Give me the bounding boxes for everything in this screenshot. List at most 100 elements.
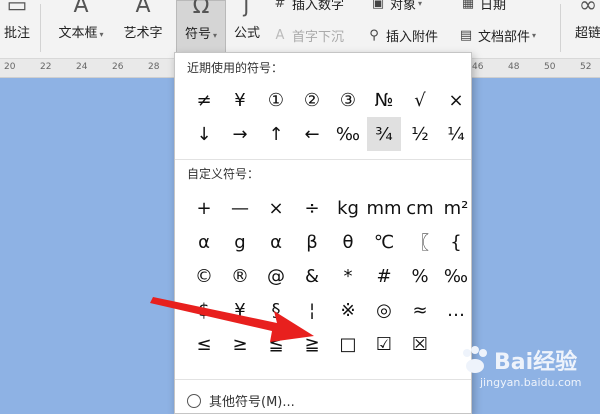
recent-symbol-cell[interactable]: ↑ <box>259 117 293 151</box>
dropcap-icon: A <box>275 28 285 43</box>
link-icon: ∞ <box>578 0 598 18</box>
custom-symbol-cell[interactable]: × <box>259 191 293 225</box>
chevron-down-icon: ▾ <box>213 31 218 40</box>
attachment-label: 插入附件 <box>386 30 439 45</box>
paw-icon <box>463 346 487 373</box>
ruler-tick-label: 48 <box>508 62 520 72</box>
symbol-dropdown: 近期使用的符号： ≠ ¥ ① ② ③ № √ × ↓ → ↑ ← ‰ ¾ ½ ¼ 自定义符号： + — × ÷ kg m… <box>174 52 472 414</box>
custom-symbol-cell[interactable]: { <box>439 225 473 259</box>
hyperlink-button[interactable]: ∞ 超链 <box>568 0 600 56</box>
custom-symbol-cell[interactable]: ¦ <box>295 293 329 327</box>
wordart-button[interactable]: A 艺术字 <box>118 0 168 56</box>
divider <box>40 4 41 52</box>
recent-symbol-cell[interactable]: ≠ <box>187 83 221 117</box>
baidu-watermark: Bai经验 jingyan.baidu.com <box>458 340 598 398</box>
custom-symbol-cell[interactable]: ≦ <box>259 327 293 361</box>
recent-symbol-cell[interactable]: ¥ <box>223 83 257 117</box>
date-button[interactable]: ▦ 日期 <box>460 0 506 13</box>
custom-symbol-cell[interactable]: kg <box>331 191 365 225</box>
custom-symbol-cell[interactable]: 〖 <box>403 225 437 259</box>
custom-symbol-cell[interactable]: ☒ <box>403 327 437 361</box>
formula-icon: ʃ <box>243 0 251 18</box>
formula-label: 公式 <box>233 26 260 41</box>
custom-symbol-cell[interactable]: + <box>187 191 221 225</box>
custom-symbol-cell[interactable]: ◎ <box>367 293 401 327</box>
date-label: 日期 <box>480 0 507 13</box>
custom-symbol-cell[interactable]: … <box>439 293 473 327</box>
wordart-icon: A <box>135 0 151 18</box>
custom-symbol-cell[interactable]: § <box>259 293 293 327</box>
recent-symbol-cell[interactable]: √ <box>403 83 437 117</box>
insert-number-button[interactable]: # 插入数字 <box>272 0 344 13</box>
custom-symbol-cell[interactable]: α <box>259 225 293 259</box>
comment-icon: ▭ <box>6 0 28 18</box>
custom-symbol-cell[interactable]: θ <box>331 225 365 259</box>
divider <box>175 379 471 380</box>
ribbon-toolbar: ▭ 批注 A 文本框 ▾ A 艺术字 Ω 符号 ▾ ʃ 公式 # 插入数字 A 首字… <box>0 0 600 59</box>
recent-symbol-cell[interactable]: ↓ <box>187 117 221 151</box>
custom-symbol-cell[interactable]: ℃ <box>367 225 401 259</box>
custom-symbol-cell[interactable]: & <box>295 259 329 293</box>
custom-symbol-cell[interactable]: * <box>331 259 365 293</box>
custom-symbol-cell[interactable]: m² <box>439 191 473 225</box>
custom-symbol-cell[interactable]: ‰ <box>439 259 473 293</box>
custom-symbol-cell[interactable]: % <box>403 259 437 293</box>
custom-symbol-cell[interactable]: ≥ <box>223 327 257 361</box>
recent-symbol-cell[interactable]: № <box>367 83 401 117</box>
dropcap-label: 首字下沉 <box>292 30 345 45</box>
custom-symbol-cell[interactable]: ≈ <box>403 293 437 327</box>
custom-symbol-cell[interactable]: — <box>223 191 257 225</box>
custom-symbol-cell[interactable]: ® <box>223 259 257 293</box>
custom-symbol-cell[interactable]: ÷ <box>295 191 329 225</box>
custom-symbol-cell[interactable]: ※ <box>331 293 365 327</box>
docpart-button[interactable]: ▤ 文档部件 ▾ <box>458 26 536 45</box>
custom-symbols-title: 自定义符号： <box>187 167 260 181</box>
custom-symbol-cell[interactable]: $ <box>187 293 221 327</box>
custom-symbol-cell[interactable]: ≤ <box>187 327 221 361</box>
comment-button[interactable]: ▭ 批注 <box>0 0 34 56</box>
divider <box>175 159 471 160</box>
custom-symbol-cell[interactable]: ≧ <box>295 327 329 361</box>
custom-symbol-cell[interactable]: © <box>187 259 221 293</box>
watermark-url: jingyan.baidu.com <box>480 376 582 389</box>
symbol-button[interactable]: Ω 符号 ▾ <box>176 0 226 58</box>
custom-symbol-cell[interactable]: □ <box>331 327 365 361</box>
textbox-button[interactable]: A 文本框 ▾ <box>52 0 110 56</box>
ruler-tick-label: 46 <box>472 62 484 72</box>
insert-number-label: 插入数字 <box>292 0 345 13</box>
ruler-tick-label: 24 <box>76 62 88 72</box>
recent-symbol-cell[interactable]: ③ <box>331 83 365 117</box>
attachment-button[interactable]: ⚲ 插入附件 <box>366 26 438 45</box>
custom-symbol-cell[interactable]: ☑ <box>367 327 401 361</box>
custom-symbol-cell[interactable]: cm <box>403 191 437 225</box>
recent-symbol-cell[interactable]: ← <box>295 117 329 151</box>
custom-symbol-cell[interactable]: g <box>223 225 257 259</box>
custom-symbol-cell[interactable]: mm <box>366 191 401 225</box>
circle-icon <box>187 393 201 408</box>
recent-symbol-cell[interactable]: → <box>223 117 257 151</box>
textbox-icon: A <box>73 0 89 18</box>
recent-symbol-cell[interactable]: ‰ <box>331 117 365 151</box>
formula-button[interactable]: ʃ 公式 <box>228 0 266 56</box>
recent-symbol-cell[interactable]: ① <box>259 83 293 117</box>
textbox-label: 文本框 <box>58 26 98 41</box>
custom-symbol-cell[interactable]: # <box>367 259 401 293</box>
recent-symbol-cell[interactable]: × <box>439 83 473 117</box>
dropcap-button[interactable]: A 首字下沉 <box>272 26 344 45</box>
custom-symbols-grid: + — × ÷ kg mm cm m² α g α β θ ℃ 〖{© ® @ & * #% ‰ $ ¥ § ¦ ※ ◎ ≈… ≤ ≥ ≦ ≧… <box>187 191 473 361</box>
custom-symbol-cell[interactable]: @ <box>259 259 293 293</box>
custom-symbol-cell[interactable]: β <box>295 225 329 259</box>
symbol-label: 符号 <box>184 27 211 42</box>
hyperlink-label: 超链 <box>574 26 600 41</box>
recent-symbol-cell[interactable]: ② <box>295 83 329 117</box>
recent-symbol-cell[interactable]: ¼ <box>439 117 473 151</box>
custom-symbol-cell[interactable]: α <box>187 225 221 259</box>
object-button[interactable]: ▣ 对象 ▾ <box>370 0 422 13</box>
custom-symbol-cell[interactable]: ¥ <box>223 293 257 327</box>
recent-symbol-cell[interactable]: ½ <box>403 117 437 151</box>
docpart-label: 文档部件 <box>478 30 531 45</box>
ruler-tick-label: 50 <box>544 62 556 72</box>
recent-symbol-cell[interactable]: ¾ <box>367 117 401 151</box>
more-symbols-button[interactable]: 其他符号(M)... <box>187 391 295 410</box>
wordart-label: 艺术字 <box>123 26 163 41</box>
